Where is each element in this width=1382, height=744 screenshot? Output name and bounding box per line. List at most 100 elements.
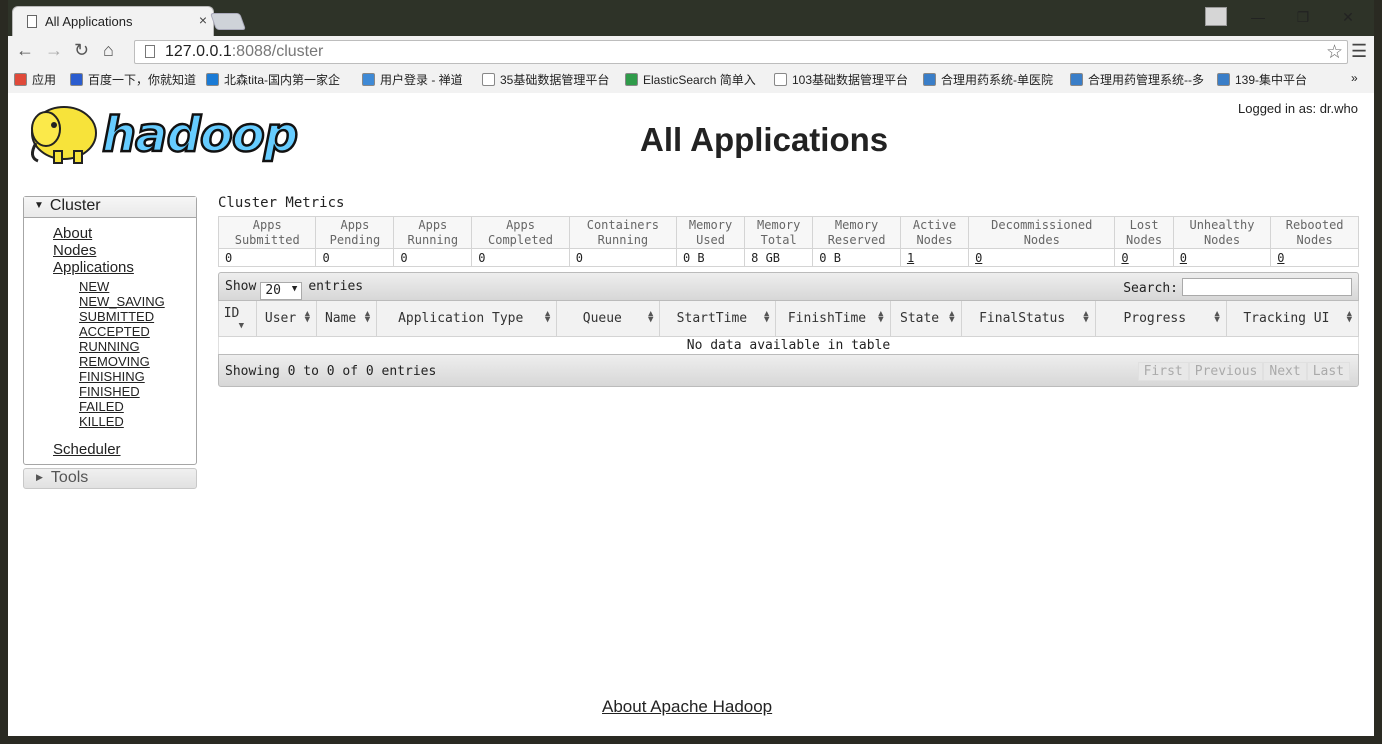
metric-value: 1	[899, 248, 970, 267]
column-header[interactable]: Progress ▲ ▼	[1094, 301, 1227, 337]
metric-value: 0	[568, 248, 677, 267]
bookmark-item[interactable]: 103基础数据管理平台	[774, 71, 908, 88]
bookmark-label: 百度一下，你就知道	[88, 73, 197, 87]
cluster-metrics-title: Cluster Metrics	[218, 195, 345, 211]
menu-icon[interactable]: ☰	[1351, 41, 1367, 62]
tools-section[interactable]: ▶ Tools	[23, 468, 197, 489]
column-header[interactable]: Name ▲ ▼	[316, 301, 378, 337]
sort-icon: ▲ ▼	[647, 309, 654, 325]
close-window-button[interactable]: ✕	[1328, 9, 1368, 26]
bookmark-label: 139-集中平台	[1235, 73, 1308, 87]
search-control: Search:	[1123, 278, 1352, 296]
back-arrow-icon[interactable]: ←	[16, 40, 34, 61]
nav-applications[interactable]: Applications	[24, 259, 196, 276]
bookmark-label: ElasticSearch 简单入	[643, 73, 756, 87]
column-header[interactable]: User ▲ ▼	[256, 301, 318, 337]
metric-header: Containers Running	[568, 216, 677, 249]
bookmark-favicon-icon	[774, 73, 787, 86]
column-header[interactable]: StartTime ▲ ▼	[659, 301, 777, 337]
address-bar[interactable]: 127.0.0.1:8088/cluster ☆	[134, 40, 1348, 64]
bookmark-item[interactable]: 应用	[14, 71, 56, 88]
nav-state-running[interactable]: RUNNING	[24, 339, 196, 354]
sort-icon: ▲ ▼	[544, 309, 551, 325]
column-header[interactable]: Queue ▲ ▼	[556, 301, 661, 337]
pager-next-button[interactable]: Next	[1263, 362, 1307, 381]
table-controls: Show 20 ▼ entries Search:	[218, 272, 1359, 301]
metric-link[interactable]: 0	[1180, 251, 1187, 265]
bookmark-item[interactable]: 合理用药管理系统--多	[1070, 71, 1204, 88]
about-hadoop-link[interactable]: About Apache Hadoop	[602, 697, 772, 717]
bookmark-label: 合理用药管理系统--多	[1088, 73, 1204, 87]
browser-tab[interactable]: All Applications ×	[12, 6, 214, 36]
bookmark-item[interactable]: 35基础数据管理平台	[482, 71, 609, 88]
column-header[interactable]: ID ▼	[217, 301, 258, 337]
url-text: 127.0.0.1:8088/cluster	[165, 43, 324, 60]
cluster-section: ▼ Cluster About Nodes Applications NEW NEW…	[23, 196, 197, 465]
restore-button[interactable]: ❐	[1283, 9, 1323, 26]
nav-state-new_saving[interactable]: NEW_SAVING	[24, 294, 196, 309]
metric-link[interactable]: 0	[1277, 251, 1284, 265]
nav-state-finishing[interactable]: FINISHING	[24, 369, 196, 384]
nav-state-finished[interactable]: FINISHED	[24, 384, 196, 399]
bookmark-item[interactable]: 北森tita-国内第一家企	[206, 71, 340, 88]
page-size-select[interactable]: 20 ▼	[260, 282, 303, 300]
empty-row: No data available in table	[218, 336, 1359, 354]
metric-link[interactable]: 1	[907, 251, 914, 265]
metric-header: Apps Running	[393, 216, 473, 249]
nav-state-killed[interactable]: KILLED	[24, 414, 196, 429]
bookmark-favicon-icon	[362, 73, 375, 86]
pager-last-button[interactable]: Last	[1306, 362, 1350, 381]
column-header[interactable]: FinalStatus ▲ ▼	[960, 301, 1096, 337]
metric-header: Memory Reserved	[812, 216, 901, 249]
bookmark-item[interactable]: 139-集中平台	[1217, 71, 1307, 88]
column-header[interactable]: State ▲ ▼	[889, 301, 962, 337]
nav-state-submitted[interactable]: SUBMITTED	[24, 309, 196, 324]
search-input[interactable]	[1182, 278, 1352, 296]
nav-about[interactable]: About	[24, 225, 196, 242]
metric-header: Decommissioned Nodes	[968, 216, 1116, 249]
bookmark-item[interactable]: 用户登录 - 禅道	[362, 71, 463, 88]
cluster-links: About Nodes Applications NEW NEW_SAVING SU…	[24, 218, 196, 464]
column-header[interactable]: Application Type ▲ ▼	[376, 301, 558, 337]
app-state-links: NEW NEW_SAVING SUBMITTED ACCEPTED RUNNING REM…	[24, 279, 196, 429]
nav-state-accepted[interactable]: ACCEPTED	[24, 324, 196, 339]
minimize-button[interactable]: —	[1238, 9, 1278, 25]
main-content: Cluster Metrics Apps Submitted Apps Pending…	[217, 194, 1360, 387]
column-header[interactable]: Tracking UI ▲ ▼	[1225, 301, 1360, 337]
metric-link[interactable]: 0	[975, 251, 982, 265]
bookmark-label: 用户登录 - 禅道	[380, 73, 463, 87]
bookmark-label: 35基础数据管理平台	[500, 73, 610, 87]
bookmark-label: 应用	[32, 73, 57, 87]
nav-nodes[interactable]: Nodes	[24, 242, 196, 259]
bookmark-item[interactable]: 百度一下，你就知道	[70, 71, 196, 88]
forward-arrow-icon[interactable]: →	[45, 40, 63, 61]
reload-icon[interactable]: ↻	[74, 40, 89, 61]
nav-state-new[interactable]: NEW	[24, 279, 196, 294]
logo-wordmark: hadoop	[102, 107, 297, 163]
cluster-header[interactable]: ▼ Cluster	[24, 197, 196, 218]
nav-state-removing[interactable]: REMOVING	[24, 354, 196, 369]
nav-scheduler[interactable]: Scheduler	[24, 441, 196, 458]
nav-state-failed[interactable]: FAILED	[24, 399, 196, 414]
bookmark-favicon-icon	[206, 73, 219, 86]
sidebar-nav: ▼ Cluster About Nodes Applications NEW NEW…	[23, 196, 197, 489]
pager-previous-button[interactable]: Previous	[1188, 362, 1264, 381]
metric-value: 0	[393, 248, 473, 267]
home-icon[interactable]: ⌂	[103, 40, 114, 61]
metric-value: 0	[315, 248, 395, 267]
profile-icon[interactable]	[1205, 7, 1227, 26]
column-header[interactable]: FinishTime ▲ ▼	[775, 301, 891, 337]
applications-table: ID ▼ User ▲ ▼ Name ▲ ▼ Application Type ▲ ▼ Queue ▲ ▼…	[217, 301, 1360, 354]
bookmark-item[interactable]: 合理用药系统-单医院	[923, 71, 1053, 88]
hadoop-logo[interactable]: hadoop	[24, 99, 324, 171]
bookmark-star-icon[interactable]: ☆	[1326, 41, 1343, 64]
pager-first-button[interactable]: First	[1137, 362, 1189, 381]
more-bookmarks-icon[interactable]: »	[1351, 71, 1358, 85]
close-tab-icon[interactable]: ×	[199, 12, 207, 28]
metric-link[interactable]: 0	[1121, 251, 1128, 265]
bookmark-item[interactable]: ElasticSearch 简单入	[625, 71, 756, 88]
new-tab-button[interactable]	[209, 13, 247, 30]
collapsed-triangle-icon: ▶	[36, 472, 43, 482]
metric-header: Active Nodes	[899, 216, 970, 249]
page-info-icon	[145, 45, 155, 58]
